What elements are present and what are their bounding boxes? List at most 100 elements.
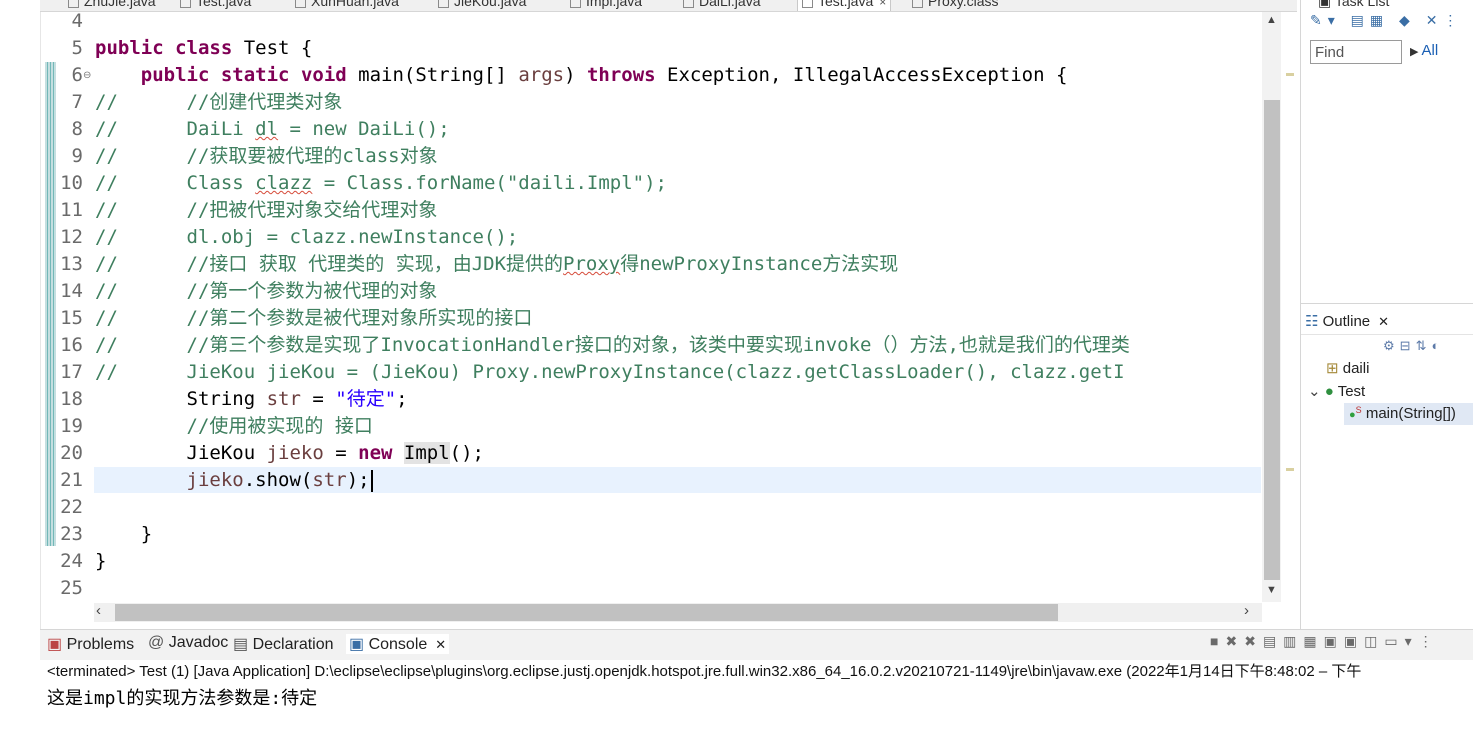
overview-ruler-mark[interactable]: [1286, 73, 1294, 76]
code-line[interactable]: public static void main(String[] args) t…: [95, 62, 1068, 89]
code-line[interactable]: //使用被实现的 接口: [95, 413, 373, 440]
remove-all-icon[interactable]: ✖: [1244, 633, 1263, 649]
tab-impl[interactable]: Impl.java: [570, 0, 642, 11]
java-file-icon: [68, 0, 79, 8]
code-line[interactable]: // //获取要被代理的class对象: [95, 143, 438, 170]
code-line[interactable]: // JieKou jieKou = (JieKou) Proxy.newPro…: [95, 359, 1125, 386]
word-wrap-icon[interactable]: ▦: [1303, 633, 1323, 649]
line-number: 22: [60, 496, 83, 518]
left-gutter-strip-bottom: [0, 630, 40, 750]
code-line[interactable]: // //第一个参数为被代理的对象: [95, 278, 437, 305]
code-line[interactable]: // Class clazz = Class.forName("daili.Im…: [95, 170, 667, 197]
line-number: 15: [60, 307, 83, 329]
line-number: 6: [71, 64, 83, 86]
tab-console[interactable]: ▣ Console ✕: [346, 634, 450, 654]
class-icon: ●: [1324, 383, 1334, 400]
line-number: 17: [60, 361, 83, 383]
task-list-tab[interactable]: ▣ Task List: [1318, 0, 1389, 10]
tab-javadoc[interactable]: @ Javadoc: [148, 634, 228, 652]
line-number: 11: [60, 199, 83, 221]
tab-test-active[interactable]: Test.java ×: [797, 0, 892, 11]
hide-fields-icon[interactable]: ◐: [1431, 338, 1444, 353]
close-icon[interactable]: ×: [879, 0, 886, 9]
focus-icon[interactable]: ◆: [1399, 12, 1416, 28]
code-line[interactable]: jieko.show(str);: [95, 467, 373, 494]
task-find-input[interactable]: Find: [1310, 40, 1402, 64]
scroll-up-icon[interactable]: ▲: [1266, 14, 1277, 26]
fold-toggle-icon[interactable]: ⊖: [83, 70, 91, 81]
line-number: 18: [60, 388, 83, 410]
code-line[interactable]: // //把被代理对象交给代理对象: [95, 197, 437, 224]
tab-declaration[interactable]: ▤ Declaration: [233, 634, 334, 654]
line-number: 13: [60, 253, 83, 275]
tab-proxy-class[interactable]: Proxy.class: [912, 0, 999, 11]
java-file-icon: [295, 0, 306, 8]
view-menu-icon[interactable]: ⋮: [1419, 633, 1440, 649]
sort-icon[interactable]: ⇅: [1416, 338, 1432, 353]
code-line[interactable]: // dl.obj = clazz.newInstance();: [95, 224, 518, 251]
categorize-icon[interactable]: ▤: [1351, 12, 1370, 28]
clear-icon[interactable]: ✕: [1426, 12, 1444, 28]
line-number: 20: [60, 442, 83, 464]
code-line[interactable]: public class Test {: [95, 35, 312, 62]
java-file-icon: [180, 0, 191, 8]
collapse-all-icon[interactable]: ⊟: [1400, 338, 1416, 353]
console-toolbar: ■✖✖▤▥▦▣▣◫▭▾⋮: [1210, 633, 1440, 650]
tab-xunhuan[interactable]: XunHuan.java: [295, 0, 399, 11]
tab-problems[interactable]: ▣ Problems: [47, 634, 134, 654]
vertical-scroll-thumb[interactable]: [1264, 100, 1280, 580]
close-icon[interactable]: ✕: [435, 637, 446, 652]
at-icon: @: [148, 634, 165, 651]
horizontal-scroll-thumb[interactable]: [115, 604, 1058, 621]
show-stderr-icon[interactable]: ▣: [1344, 633, 1364, 649]
display-console-icon[interactable]: ▭▾: [1384, 633, 1418, 649]
outline-item-method[interactable]: ●S main(String[]): [1349, 405, 1456, 422]
overview-ruler-mark[interactable]: [1286, 468, 1294, 471]
scroll-lock-icon[interactable]: ▥: [1283, 633, 1303, 649]
scroll-left-icon[interactable]: ‹: [96, 602, 101, 619]
editor-tab-bar: ZhuJie.java Test.java XunHuan.java JieKo…: [40, 0, 1297, 12]
code-line[interactable]: // //创建代理类对象: [95, 89, 342, 116]
code-line[interactable]: String str = "待定";: [95, 386, 408, 413]
tab-daili[interactable]: DaiLi.java: [683, 0, 760, 11]
code-line[interactable]: // //第二个参数是被代理对象所实现的接口: [95, 305, 532, 332]
java-file-icon: [570, 0, 581, 8]
tab-test-1[interactable]: Test.java: [180, 0, 251, 11]
code-line[interactable]: }: [95, 548, 106, 575]
more-icon[interactable]: ⋮: [1443, 12, 1463, 28]
remove-launch-icon[interactable]: ✖: [1225, 633, 1244, 649]
code-line[interactable]: }: [95, 521, 152, 548]
line-number: 24: [60, 550, 83, 572]
line-number: 21: [60, 469, 83, 491]
line-number: 16: [60, 334, 83, 356]
clear-console-icon[interactable]: ▤: [1263, 633, 1283, 649]
task-list-toolbar: ✎▾ ▤▦ ◆ ✕⋮: [1310, 12, 1463, 29]
left-gutter-strip: [0, 0, 41, 630]
code-line[interactable]: // DaiLi dl = new DaiLi();: [95, 116, 450, 143]
outline-item-class[interactable]: ⌄ ● Test: [1308, 382, 1365, 400]
pin-console-icon[interactable]: ◫: [1364, 633, 1384, 649]
scroll-right-icon[interactable]: ›: [1244, 602, 1249, 619]
outline-item-package[interactable]: ⊞ daili: [1326, 359, 1369, 377]
line-number: 14: [60, 280, 83, 302]
code-line[interactable]: JieKou jieko = new Impl();: [95, 440, 484, 467]
scheduled-icon[interactable]: ▦: [1370, 12, 1389, 28]
chevron-down-icon[interactable]: ⌄: [1308, 383, 1325, 400]
terminate-icon[interactable]: ■: [1210, 633, 1225, 649]
outline-tab[interactable]: ☷ Outline ✕: [1305, 312, 1389, 330]
scroll-down-icon[interactable]: ▼: [1266, 584, 1277, 596]
sync-icon[interactable]: ⚙: [1383, 338, 1400, 353]
task-filter-all[interactable]: ▶ All: [1410, 42, 1438, 59]
line-number: 10: [60, 172, 83, 194]
code-line[interactable]: // //接口 获取 代理类的 实现，由JDK提供的Proxy得newProxy…: [95, 251, 898, 278]
task-list-icon: ▣: [1318, 0, 1335, 9]
line-number: 12: [60, 226, 83, 248]
code-line[interactable]: // //第三个参数是实现了InvocationHandler接口的对象，该类中…: [95, 332, 1130, 359]
show-stdout-icon[interactable]: ▣: [1324, 633, 1344, 649]
package-icon: ⊞: [1326, 360, 1343, 377]
static-marker-icon: S: [1355, 405, 1362, 415]
new-task-icon[interactable]: ✎▾: [1310, 12, 1341, 28]
close-icon[interactable]: ✕: [1378, 314, 1389, 329]
tab-jiekou[interactable]: JieKou.java: [438, 0, 526, 11]
line-number: 9: [71, 145, 83, 167]
